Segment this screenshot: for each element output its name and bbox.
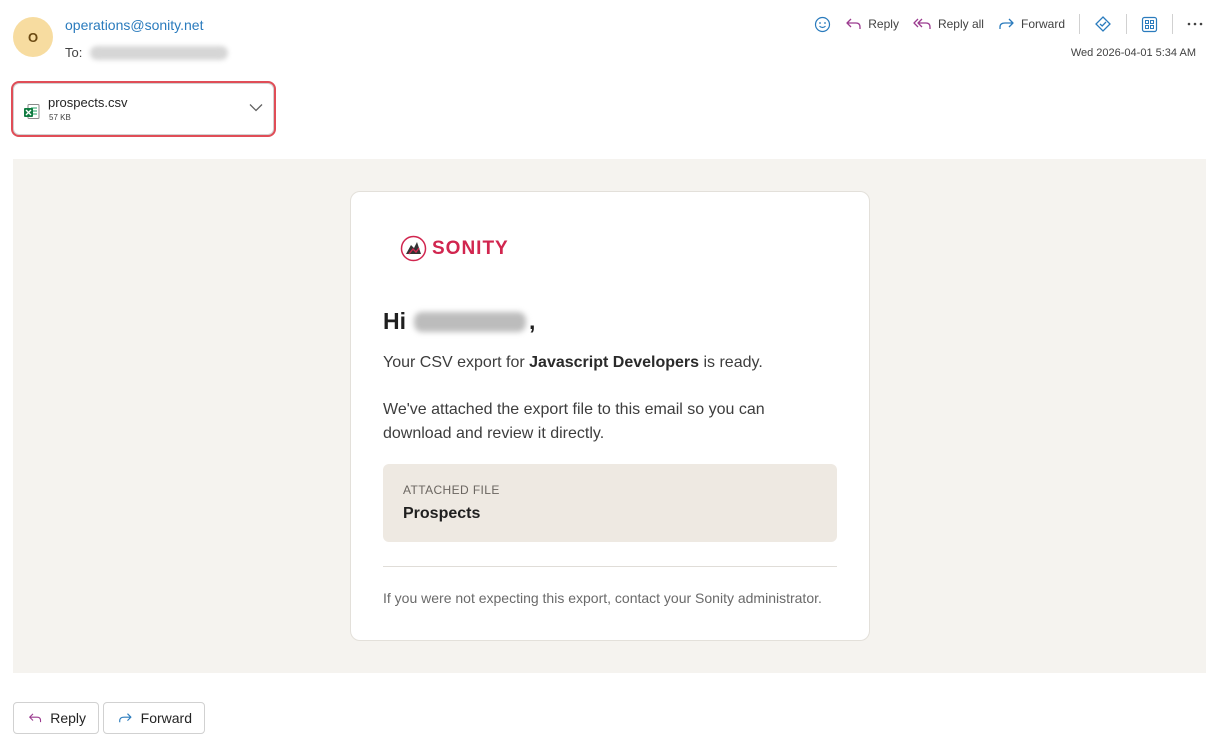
footer-reply-label: Reply: [50, 710, 86, 726]
attachment-name: prospects.csv: [48, 95, 128, 110]
export-name: Javascript Developers: [529, 354, 700, 371]
footer-reply-button[interactable]: Reply: [13, 702, 99, 734]
brand-name: SONITY: [432, 237, 509, 259]
forward-label: Forward: [1020, 17, 1065, 31]
sonity-logo-icon: [400, 235, 427, 262]
export-ready-text: Your CSV export for Javascript Developer…: [383, 354, 763, 372]
emoji-react-button[interactable]: [814, 16, 831, 33]
reply-label: Reply: [868, 17, 899, 31]
reply-all-icon: [913, 18, 931, 29]
line1-prefix: Your CSV export for: [383, 354, 530, 371]
forward-button[interactable]: Forward: [998, 17, 1065, 31]
recipient-name-redacted: [414, 311, 526, 332]
greeting: Hi ,: [383, 308, 535, 335]
email-card: SONITY Hi , Your CSV export for Javascri…: [350, 191, 870, 641]
message-toolbar: Reply Reply all Forward: [800, 14, 1203, 34]
footer-forward-button[interactable]: Forward: [103, 702, 205, 734]
reply-button[interactable]: Reply: [845, 17, 899, 31]
attachment-card[interactable]: prospects.csv 57 KB: [13, 83, 274, 135]
message-date: Wed 2026-04-01 5:34 AM: [1070, 47, 1196, 59]
reply-icon: [846, 18, 861, 29]
sender-avatar[interactable]: O: [13, 17, 53, 57]
loop-icon: [1095, 16, 1111, 32]
excel-file-icon: [24, 104, 40, 119]
divider: [383, 566, 837, 567]
attached-file-box: ATTACHED FILE Prospects: [383, 464, 837, 542]
greeting-prefix: Hi: [383, 308, 406, 334]
apps-grid-icon: [1141, 16, 1158, 32]
to-label: To:: [65, 45, 83, 60]
greeting-suffix: ,: [529, 308, 536, 334]
more-icon: [1187, 22, 1203, 26]
footer-forward-label: Forward: [140, 710, 192, 726]
attachment-size: 57 KB: [49, 113, 71, 122]
apps-button[interactable]: [1141, 16, 1158, 33]
attached-file-label: ATTACHED FILE: [403, 483, 500, 497]
emoji-icon: [815, 16, 831, 32]
forward-icon: [999, 18, 1014, 29]
toolbar-separator: [1172, 14, 1173, 34]
reply-all-button[interactable]: Reply all: [913, 17, 984, 31]
footer-note: If you were not expecting this export, c…: [383, 590, 822, 606]
loop-button[interactable]: [1094, 15, 1112, 33]
brand-logo: SONITY: [400, 235, 509, 262]
toolbar-separator: [1126, 14, 1127, 34]
line1-suffix: is ready.: [699, 354, 763, 371]
recipient-redacted[interactable]: [90, 45, 229, 60]
sender-address[interactable]: operations@sonity.net: [65, 17, 203, 33]
to-row: To:: [65, 45, 229, 60]
toolbar-separator: [1079, 14, 1080, 34]
reply-icon: [29, 713, 42, 723]
attached-file-value: Prospects: [403, 505, 481, 522]
forward-icon: [119, 713, 132, 723]
more-actions-button[interactable]: [1187, 22, 1203, 26]
email-body: SONITY Hi , Your CSV export for Javascri…: [13, 159, 1206, 673]
reply-all-label: Reply all: [937, 17, 984, 31]
attachment-info-text: We've attached the export file to this e…: [383, 401, 765, 442]
chevron-down-icon[interactable]: [249, 103, 263, 112]
